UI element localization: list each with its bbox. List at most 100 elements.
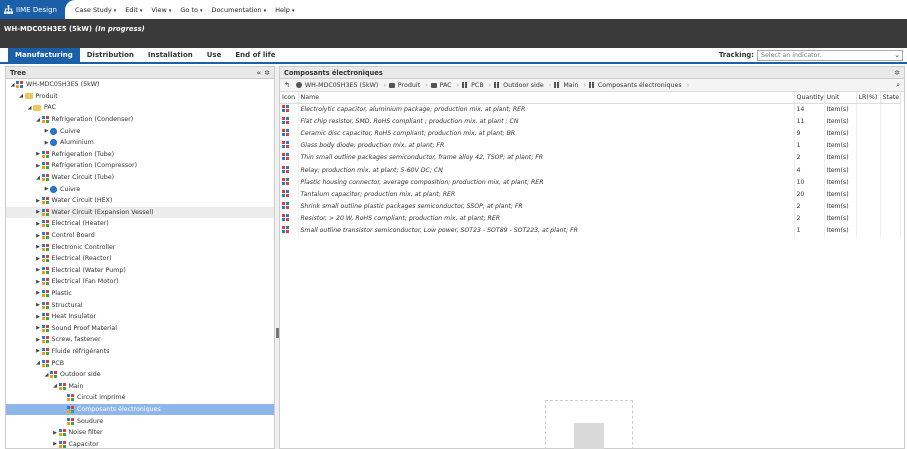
- expanded-toggle-icon[interactable]: ◢: [35, 175, 42, 181]
- tree-item[interactable]: Composants électroniques: [6, 403, 274, 416]
- collapsed-toggle-icon[interactable]: ▶: [52, 441, 59, 447]
- tree-item[interactable]: Soudure: [6, 415, 274, 427]
- row-lr[interactable]: [856, 151, 881, 164]
- tree-item[interactable]: ▶ Noise filter: [6, 427, 274, 439]
- collapsed-toggle-icon[interactable]: ▶: [35, 198, 42, 204]
- menu-item-go-to[interactable]: Go to ▾: [180, 6, 202, 14]
- expanded-toggle-icon[interactable]: ◢: [35, 360, 42, 366]
- collapsed-toggle-icon[interactable]: ▶: [35, 256, 42, 262]
- row-quantity[interactable]: 10: [794, 176, 825, 189]
- tree-item[interactable]: ▶ Aluminium: [6, 137, 274, 149]
- tree-item[interactable]: ▶ Electronic Controller: [6, 241, 274, 253]
- row-lr[interactable]: [856, 163, 881, 177]
- row-unit[interactable]: Item(s): [824, 127, 857, 140]
- tree-item[interactable]: ◢ PAC: [6, 102, 274, 114]
- row-unit[interactable]: Item(s): [824, 200, 857, 213]
- tree-item[interactable]: ▶ Control Board: [6, 230, 274, 242]
- row-lr[interactable]: [856, 188, 881, 201]
- row-unit[interactable]: Item(s): [824, 212, 857, 225]
- row-quantity[interactable]: 20: [794, 188, 825, 201]
- table-row[interactable]: Tantalum capacitor; production mix, at p…: [280, 188, 901, 201]
- row-lr[interactable]: [856, 200, 881, 213]
- collapsed-toggle-icon[interactable]: ▶: [35, 267, 42, 273]
- row-lr[interactable]: [856, 127, 881, 140]
- collapsed-toggle-icon[interactable]: ▶: [35, 244, 42, 250]
- table-row[interactable]: Electrolytic capacitor, aluminium packag…: [280, 103, 901, 116]
- row-unit[interactable]: Item(s): [824, 188, 857, 201]
- tree-item[interactable]: ▶ Electrical (Heater): [6, 218, 274, 230]
- collapsed-toggle-icon[interactable]: ▶: [43, 186, 50, 192]
- tree-item[interactable]: ▶ Electrical (Reactor): [6, 253, 274, 265]
- collapsed-toggle-icon[interactable]: ▶: [35, 325, 42, 331]
- collapsed-toggle-icon[interactable]: ▶: [35, 221, 42, 227]
- menu-item-view[interactable]: View ▾: [151, 6, 171, 14]
- menu-item-case-study[interactable]: Case Study ▾: [75, 6, 116, 14]
- collapsed-toggle-icon[interactable]: ▶: [35, 302, 42, 308]
- collapsed-toggle-icon[interactable]: ▶: [43, 140, 50, 146]
- breadcrumb-item[interactable]: WH-MDC05H3E5 (5kW) ›: [295, 82, 386, 89]
- tree-item[interactable]: ▶ Fluide réfrigérants: [6, 346, 274, 358]
- column-header-state[interactable]: State: [880, 92, 901, 104]
- app-brand[interactable]: IIME Design: [0, 0, 65, 19]
- row-quantity[interactable]: 2: [794, 200, 825, 213]
- tracking-indicator-select[interactable]: Select an indicator. ⌄: [757, 49, 903, 61]
- breadcrumb-item[interactable]: Outdoor side ›: [494, 82, 551, 89]
- row-lr[interactable]: [856, 212, 881, 225]
- table-row[interactable]: Resistor, > 20 W, RoHS compliant; produc…: [280, 212, 901, 225]
- column-header-unit[interactable]: Unit: [824, 92, 857, 104]
- row-unit[interactable]: Item(s): [824, 224, 857, 238]
- tree-item[interactable]: Circuit imprimé: [6, 392, 274, 404]
- tab-end-of-life[interactable]: End of life: [228, 48, 282, 62]
- row-lr[interactable]: [856, 103, 881, 116]
- row-lr[interactable]: [856, 115, 881, 128]
- table-row[interactable]: Shrink small outline plastic packages se…: [280, 200, 901, 213]
- settings-icon[interactable]: ✲: [264, 69, 270, 77]
- collapsed-toggle-icon[interactable]: ▶: [35, 279, 42, 285]
- row-unit[interactable]: Item(s): [824, 176, 857, 189]
- back-arrow-icon[interactable]: ↰: [284, 81, 290, 89]
- menu-item-edit[interactable]: Edit ▾: [125, 6, 142, 14]
- collapsed-toggle-icon[interactable]: ▶: [35, 163, 42, 169]
- collapsed-toggle-icon[interactable]: ▶: [43, 128, 50, 134]
- tree-item[interactable]: ◢ PCB: [6, 357, 274, 369]
- tree-item[interactable]: ▶ Capacitor: [6, 438, 274, 449]
- table-row[interactable]: Small outline transistor semiconductor, …: [280, 224, 901, 238]
- tree-item[interactable]: ◢ Outdoor side: [6, 369, 274, 381]
- breadcrumb-item[interactable]: PAC ›: [430, 82, 459, 89]
- tree-item[interactable]: ▶ Cuivre: [6, 125, 274, 137]
- tree-item[interactable]: ▶ Electrical (Fan Motor): [6, 276, 274, 288]
- tab-manufacturing[interactable]: Manufacturing: [8, 48, 80, 62]
- expanded-toggle-icon[interactable]: ◢: [43, 372, 50, 378]
- tree-item[interactable]: ▶ Cuivre: [6, 183, 274, 195]
- collapsed-toggle-icon[interactable]: ▶: [35, 151, 42, 157]
- row-lr[interactable]: [856, 224, 881, 238]
- breadcrumb-item[interactable]: Composants électroniques ›: [588, 82, 689, 89]
- row-unit[interactable]: Item(s): [824, 139, 857, 152]
- tab-installation[interactable]: Installation: [141, 48, 200, 62]
- menu-item-help[interactable]: Help ▾: [275, 6, 294, 14]
- expanded-toggle-icon[interactable]: ◢: [9, 82, 16, 88]
- tree-item[interactable]: ▶ Water Circuit (Expansion Vessel): [6, 206, 274, 219]
- breadcrumb-item[interactable]: PCB ›: [462, 82, 491, 89]
- breadcrumb-item[interactable]: Main ›: [554, 82, 586, 89]
- row-lr[interactable]: [856, 176, 881, 189]
- row-lr[interactable]: [856, 139, 881, 152]
- tree-item[interactable]: ◢ Refrigeration (Condenser): [6, 114, 274, 126]
- menu-item-documentation[interactable]: Documentation ▾: [211, 6, 266, 14]
- tree-item[interactable]: ▶ Heat Insulator: [6, 311, 274, 323]
- tree-item[interactable]: ◢ Main: [6, 380, 274, 392]
- collapsed-toggle-icon[interactable]: ▶: [35, 233, 42, 239]
- collapsed-toggle-icon[interactable]: ▶: [35, 209, 42, 215]
- expanded-toggle-icon[interactable]: ◢: [18, 93, 25, 99]
- breadcrumb-item[interactable]: Produit ›: [388, 82, 428, 89]
- table-row[interactable]: Plastic housing connector, average compo…: [280, 176, 901, 189]
- collapsed-toggle-icon[interactable]: ▶: [35, 348, 42, 354]
- row-unit[interactable]: Item(s): [824, 163, 857, 177]
- row-quantity[interactable]: 2: [794, 151, 825, 164]
- table-row[interactable]: Thin small outline packages semiconducto…: [280, 151, 901, 164]
- tree-item[interactable]: ▶ Water Circuit (HEX): [6, 195, 274, 207]
- row-quantity[interactable]: 1: [794, 139, 825, 152]
- settings-icon[interactable]: ✲: [894, 69, 900, 77]
- collapsed-toggle-icon[interactable]: ▶: [35, 290, 42, 296]
- tree-item[interactable]: ▶ Plastic: [6, 288, 274, 300]
